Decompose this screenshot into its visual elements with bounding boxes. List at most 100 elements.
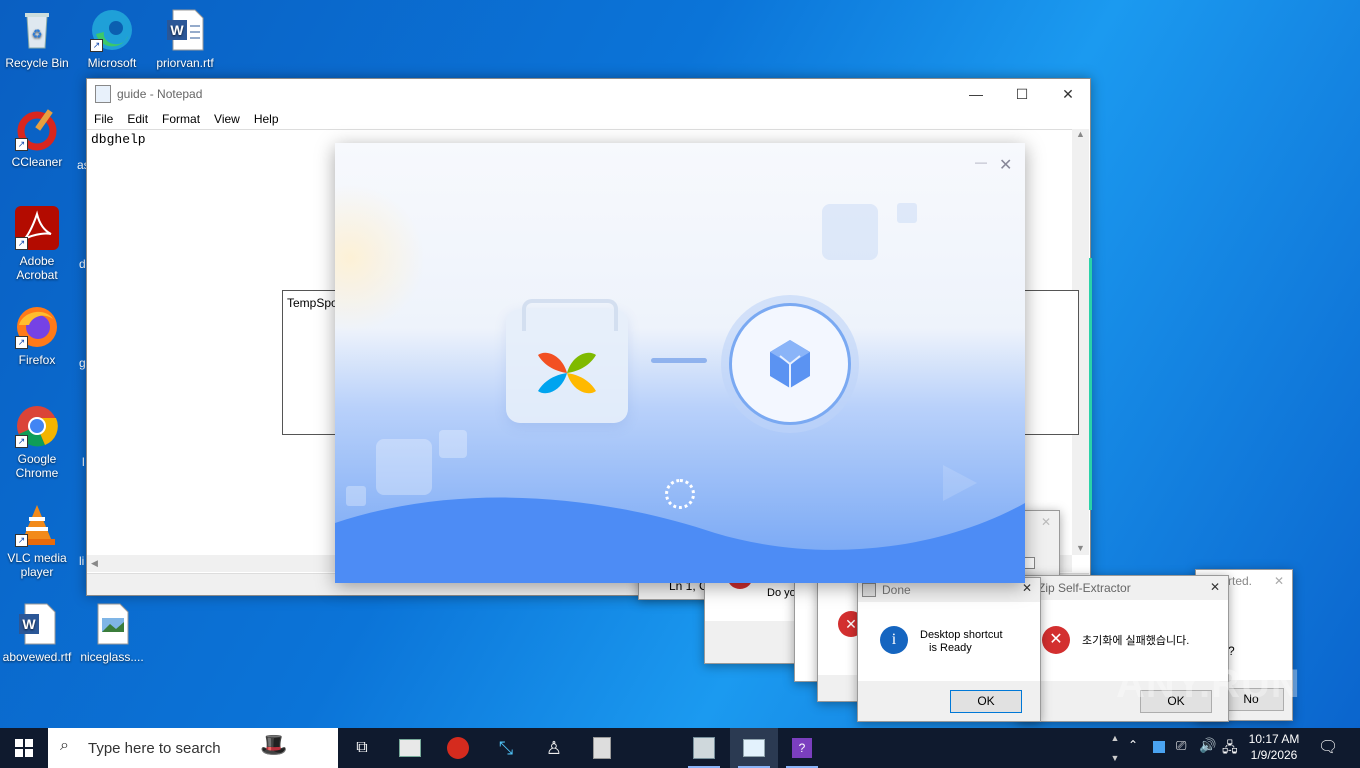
word-document-icon: W [15,602,59,646]
installer-window[interactable]: — ✕ [335,143,1025,583]
taskbar-app-6[interactable] [680,728,728,768]
desktop-icon-ccleaner[interactable]: ↗ CCleaner [0,107,74,169]
task-view-button[interactable]: ⧉ [338,728,386,768]
close-button[interactable]: ✕ [1041,515,1051,529]
shortcut-arrow-icon: ↗ [15,336,28,349]
wave-decoration [335,497,1025,583]
desktop-icon-chrome[interactable]: ↗ Google Chrome [0,404,74,480]
start-button[interactable] [0,728,48,768]
menu-format[interactable]: Format [155,112,207,126]
close-button[interactable]: ✕ [1045,79,1091,109]
error-icon: ✕ [1042,626,1070,654]
info-icon: i [880,626,908,654]
menu-edit[interactable]: Edit [120,112,155,126]
task-view-icon: ⧉ [356,739,368,756]
notepad-titlebar[interactable]: guide - Notepad — ☐ ✕ [87,79,1090,109]
desktop-icon-firefox[interactable]: ↗ Firefox [0,305,74,367]
temp-window-label: TempSpo [287,296,338,310]
desktop-icon-niceglass[interactable]: niceglass.... [75,602,149,664]
meet-now-icon[interactable]: ⎚ [1176,738,1186,754]
scroll-up-arrow-icon[interactable]: ▲ [1072,129,1089,139]
shortcut-arrow-icon: ↗ [90,39,103,52]
menu-file[interactable]: File [87,112,120,126]
desktop-icon-vlc[interactable]: ↗ VLC media player [0,503,74,579]
menu-help[interactable]: Help [247,112,286,126]
tray-scroll[interactable]: ▲ ▼ [1108,728,1122,768]
taskbar-app-5[interactable] [578,728,626,768]
notifications-icon[interactable]: 🗨 [1318,737,1338,757]
tray-blue-icon[interactable] [1153,741,1165,753]
desktop-icon-acrobat[interactable]: ↗ Adobe Acrobat [0,206,74,282]
sun-glow [335,183,425,333]
desktop-icon-label: Google Chrome [15,452,59,480]
ccleaner-icon: ↗ [15,107,59,151]
scroll-down-arrow-icon[interactable]: ▼ [1072,543,1089,553]
done-title: Done [882,583,911,597]
taskbar-app-3[interactable]: ⤡ [482,728,530,768]
desktop-icon-label: Microsoft Edge [87,56,137,70]
close-button[interactable]: ✕ [999,155,1012,175]
ok-button[interactable]: OK [950,690,1022,713]
connector-line [651,358,707,363]
partial-icon-label: l [82,455,85,469]
desktop-icon-edge[interactable]: ↗ Microsoft Edge [75,8,149,70]
desktop-icon-label: abovewed.rtf [2,650,72,664]
extractor-message: 초기화에 실패했습니다. [1082,635,1190,647]
minimize-button[interactable]: — [953,79,999,109]
scroll-left-arrow-icon[interactable]: ◀ [91,558,98,568]
search-highlight-icon: 🎩 [260,732,288,757]
svg-text:W: W [170,22,184,38]
shortcut-arrow-icon: ↗ [15,534,28,547]
taskbar-app-4[interactable]: ♙ [530,728,578,768]
taskbar-app-7[interactable]: ? [778,728,826,768]
partial-icon-label: g [79,356,86,370]
done-dialog[interactable]: Done ✕ i Desktop shortcut is Ready OK [857,577,1041,722]
partial-dialog-question: ? [1228,644,1235,658]
dialog-message: Do yo [767,587,796,599]
cursor-tool-icon: ⤡ [498,737,514,758]
minimize-button[interactable]: — [975,155,987,169]
close-button[interactable]: ✕ [1274,574,1284,588]
clock[interactable]: 10:17 AM 1/9/2026 [1246,731,1302,763]
close-button[interactable]: ✕ [1022,581,1032,595]
desktop-icon-label: priorvan.rtf [156,56,214,70]
menu-view[interactable]: View [207,112,247,126]
desktop-icon-priorvan[interactable]: W priorvan.rtf [148,8,222,70]
decor-square [897,203,917,223]
taskbar-app-notepad[interactable] [730,728,778,768]
decor-square [822,204,878,260]
image-file-icon [90,602,134,646]
svg-text:♻: ♻ [32,27,43,41]
desktop-icon-abovewed[interactable]: W abovewed.rtf [0,602,74,664]
desktop-icon-label: niceglass.... [80,650,144,664]
notepad-icon [95,85,111,103]
volume-icon[interactable]: 🔊 [1199,737,1216,754]
done-message-line2: is Ready [929,642,972,654]
taskbar-app-2[interactable] [434,728,482,768]
taskbar-app-1[interactable] [386,728,434,768]
network-icon[interactable]: 🖧 [1222,737,1238,761]
store-bag-icon [506,299,628,423]
shortcut-arrow-icon: ↗ [15,138,28,151]
search-placeholder: Type here to search [88,740,221,757]
desktop-icon-label: Adobe Acrobat [16,254,58,282]
recycle-bin-icon: ♻ [15,8,59,52]
firefox-icon: ↗ [15,305,59,349]
decor-square [439,430,467,458]
acrobat-icon: ↗ [15,206,59,250]
vlc-cone-icon: ↗ [15,503,59,547]
search-box[interactable]: ⌕ Type here to search 🎩 [48,728,338,768]
show-hidden-icons-icon[interactable]: ⌃ [1128,738,1138,752]
angry-bird-icon [447,737,469,759]
edge-icon: ↗ [90,8,134,52]
close-button[interactable]: ✕ [1210,580,1220,594]
notepad-icon [743,739,765,757]
desktop-icon-recycle-bin[interactable]: ♻ Recycle Bin [0,8,74,70]
maximize-button[interactable]: ☐ [999,79,1045,109]
shortcut-arrow-icon: ↗ [15,435,28,448]
desktop-icon-label: VLC media player [7,551,67,579]
document-stack-icon [593,737,611,759]
chrome-icon: ↗ [15,404,59,448]
window-edge-strip [1089,258,1092,510]
partial-icon-label: d [79,257,86,271]
